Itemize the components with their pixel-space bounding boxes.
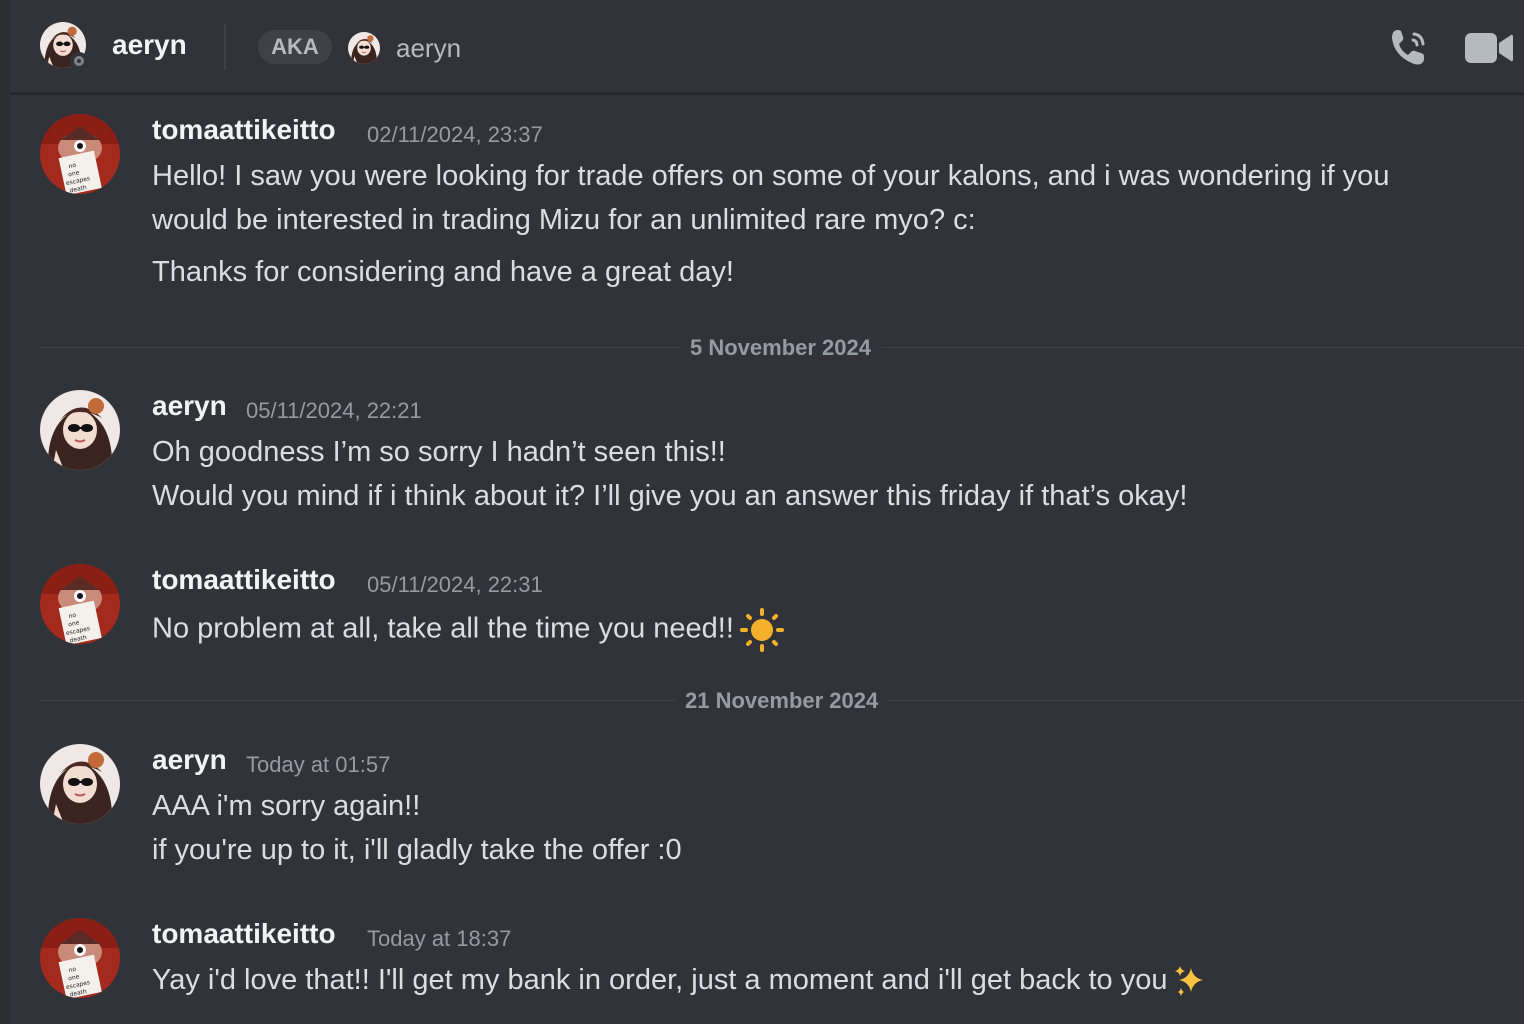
- message-author[interactable]: tomaattikeitto: [152, 564, 336, 596]
- channel-header: aeryn AKA aeryn: [10, 0, 1524, 94]
- header-username[interactable]: aeryn: [112, 29, 187, 61]
- message-text: Hello! I saw you were looking for trade …: [152, 160, 1390, 192]
- left-edge: [0, 0, 10, 1024]
- call-icon[interactable]: [1388, 26, 1432, 68]
- message-timestamp: Today at 01:57: [246, 752, 391, 777]
- message-timestamp: 05/11/2024, 22:31: [367, 572, 543, 597]
- date-divider-label: 5 November 2024: [680, 335, 881, 361]
- video-call-icon[interactable]: [1465, 30, 1513, 66]
- message-text: No problem at all, take all the time you…: [152, 612, 734, 645]
- message-text: Oh goodness I’m so sorry I hadn’t seen t…: [152, 436, 726, 468]
- message-text: Thanks for considering and have a great …: [152, 256, 734, 288]
- message-author[interactable]: aeryn: [152, 744, 227, 776]
- message-text: AAA i'm sorry again!!: [152, 790, 421, 822]
- message-line: Yay i'd love that!! I'll get my bank in …: [152, 962, 1207, 998]
- sparkles-emoji-icon: [1175, 966, 1204, 997]
- message-author[interactable]: tomaattikeitto: [152, 918, 336, 950]
- message-line: No problem at all, take all the time you…: [152, 608, 784, 652]
- message-text: if you're up to it, i'll gladly take the…: [152, 834, 682, 866]
- avatar[interactable]: [40, 744, 120, 824]
- message-author[interactable]: aeryn: [152, 390, 227, 422]
- aka-avatar: [348, 32, 380, 64]
- sun-emoji-icon: [739, 608, 784, 652]
- avatar[interactable]: [40, 564, 120, 644]
- message-timestamp: 05/11/2024, 22:21: [246, 398, 422, 423]
- message-timestamp: 02/11/2024, 23:37: [367, 122, 543, 147]
- message-author[interactable]: tomaattikeitto: [152, 114, 336, 146]
- avatar[interactable]: [40, 918, 120, 998]
- avatar[interactable]: [40, 114, 120, 194]
- message-timestamp: Today at 18:37: [367, 926, 512, 951]
- date-divider-label: 21 November 2024: [675, 688, 889, 714]
- message-text: Would you mind if i think about it? I’ll…: [152, 480, 1188, 512]
- message-text: would be interested in trading Mizu for …: [152, 204, 976, 236]
- message-text: Yay i'd love that!! I'll get my bank in …: [152, 964, 1168, 996]
- aka-badge[interactable]: AKA: [258, 30, 332, 64]
- aka-name: aeryn: [396, 33, 462, 63]
- header-divider: [224, 24, 226, 70]
- status-offline-icon: [70, 52, 88, 70]
- avatar[interactable]: [40, 390, 120, 470]
